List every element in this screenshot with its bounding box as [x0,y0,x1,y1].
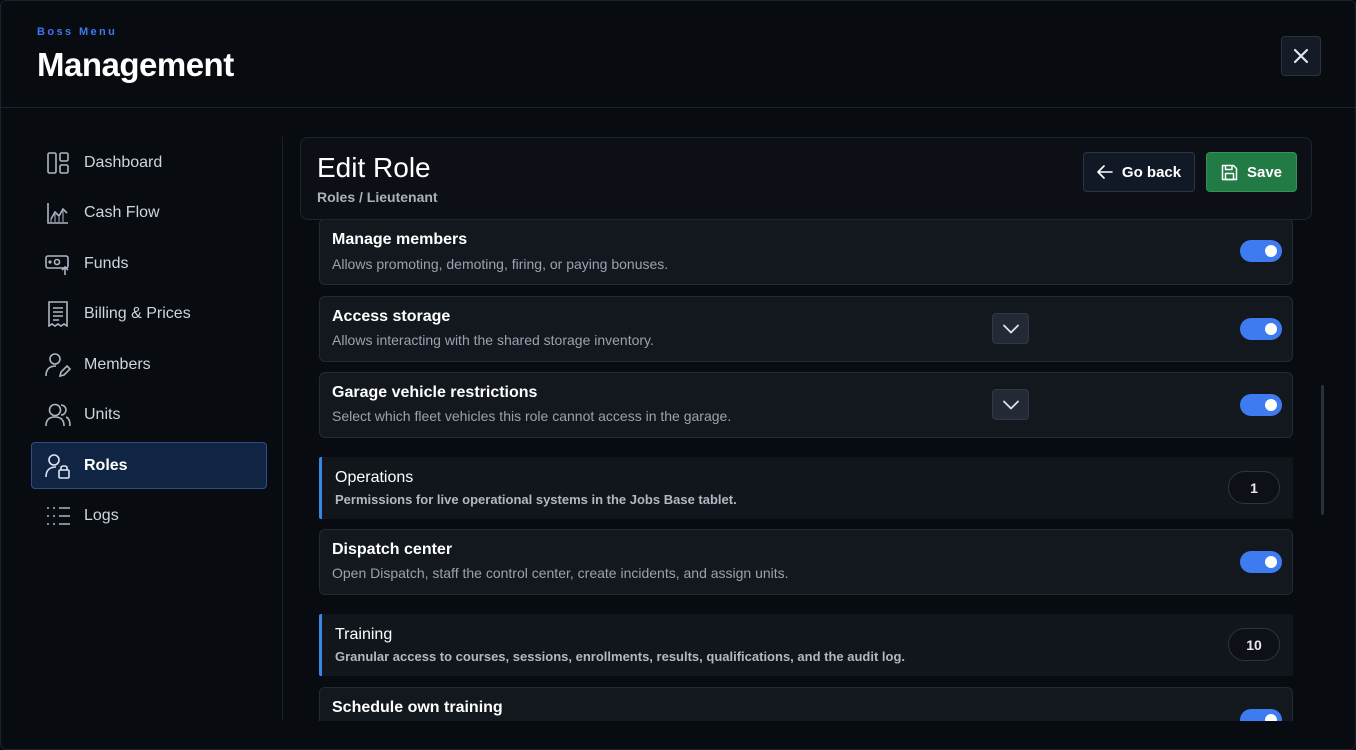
sidebar-item-cash-flow[interactable]: Cash Flow [31,190,267,237]
expand-garage-button[interactable] [992,389,1029,420]
permission-description: Allows promoting, demoting, firing, or p… [332,256,669,272]
permission-count-badge: 10 [1228,628,1280,661]
permission-description: Allows interacting with the shared stora… [332,332,654,348]
section-description: Granular access to courses, sessions, en… [335,649,906,664]
permission-access-storage: Access storage Allows interacting with t… [319,296,1293,362]
list-icon [45,503,71,529]
sidebar-item-label: Billing & Prices [84,305,191,322]
sidebar-item-roles[interactable]: Roles [31,442,267,489]
garage-restrictions-toggle[interactable] [1240,394,1282,416]
manage-members-toggle[interactable] [1240,240,1282,262]
edit-role-header: Edit Role Roles / Lieutenant Go back Sav… [300,137,1312,220]
permission-count-badge: 1 [1228,471,1280,504]
chevron-down-icon [1002,324,1019,333]
app-title: Management [37,46,234,83]
permission-title: Schedule own training [332,699,503,716]
permissions-list[interactable]: Manage members Allows promoting, demotin… [301,220,1311,721]
save-label: Save [1246,163,1283,181]
permission-dispatch-center: Dispatch center Open Dispatch, staff the… [319,529,1293,595]
arrow-left-icon [1097,165,1113,179]
sidebar-item-label: Funds [84,254,129,272]
dispatch-center-toggle[interactable] [1240,551,1282,573]
receipt-icon [45,301,71,327]
app-kicker: Boss Menu [37,26,118,38]
section-operations: Operations Permissions for live operatio… [319,457,1293,519]
save-button[interactable]: Save [1206,152,1297,192]
permission-title: Manage members [332,231,468,248]
go-back-label: Go back [1121,163,1182,181]
section-training: Training Granular access to courses, ses… [319,614,1293,676]
page-title: Edit Role [317,152,431,183]
sidebar-item-funds[interactable]: Funds [31,240,267,287]
chart-icon [45,200,71,226]
sidebar-item-label: Roles [84,456,128,474]
toggle-knob [1265,556,1277,568]
boss-menu-window: Boss Menu Management Dashboard Cash Flow [0,0,1356,750]
section-description: Permissions for live operational systems… [335,492,737,507]
toggle-knob [1265,323,1277,335]
permission-description: Open Dispatch, staff the control center,… [332,565,789,581]
permission-description: Select which fleet vehicles this role ca… [332,408,732,424]
user-edit-icon [45,352,71,378]
sidebar-nav: Dashboard Cash Flow Funds Billing & Pric… [31,139,267,543]
access-storage-toggle[interactable] [1240,318,1282,340]
sidebar-divider [282,137,283,721]
expand-storage-button[interactable] [992,313,1029,344]
permission-manage-members: Manage members Allows promoting, demotin… [319,220,1293,285]
permission-title: Dispatch center [332,541,453,558]
sidebar-item-billing[interactable]: Billing & Prices [31,291,267,338]
toggle-knob [1265,714,1277,721]
permission-garage-restrictions: Garage vehicle restrictions Select which… [319,372,1293,438]
permission-schedule-training: Schedule own training [319,687,1293,721]
users-icon [45,402,71,428]
scrollbar-thumb[interactable] [1321,385,1324,515]
sidebar-item-label: Units [84,406,121,423]
permission-title: Access storage [332,308,451,325]
save-icon [1221,164,1238,180]
chevron-down-icon [1002,400,1019,409]
sidebar-item-label: Dashboard [84,153,163,171]
section-title: Training [335,626,393,643]
close-icon [1293,48,1309,64]
section-title: Operations [335,469,414,486]
money-transfer-icon [45,251,71,277]
sidebar-item-logs[interactable]: Logs [31,493,267,540]
scrollbar[interactable] [1321,220,1326,721]
toggle-knob [1265,399,1277,411]
sidebar-item-label: Cash Flow [84,204,160,221]
schedule-training-toggle[interactable] [1240,709,1282,721]
breadcrumb: Roles / Lieutenant [317,189,438,205]
user-lock-icon [45,453,71,479]
close-button[interactable] [1281,36,1321,76]
sidebar-item-label: Logs [84,507,119,524]
app-header: Boss Menu Management [1,1,1355,108]
sidebar-item-members[interactable]: Members [31,341,267,388]
go-back-button[interactable]: Go back [1083,152,1195,192]
permission-title: Garage vehicle restrictions [332,384,538,401]
sidebar-item-dashboard[interactable]: Dashboard [31,139,267,186]
toggle-knob [1265,245,1277,257]
sidebar-item-units[interactable]: Units [31,392,267,439]
dashboard-icon [45,150,71,176]
sidebar-item-label: Members [84,355,151,373]
